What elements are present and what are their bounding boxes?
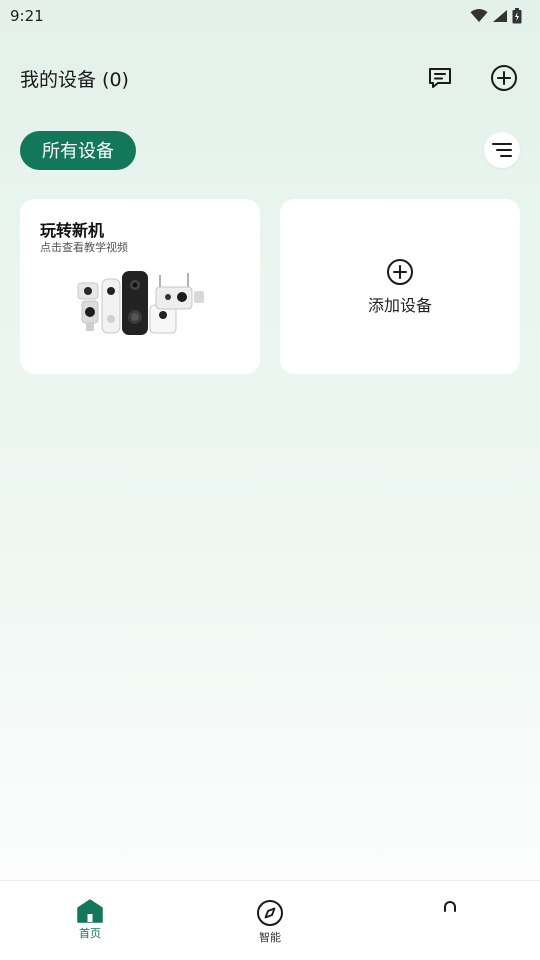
header: 我的设备 (0): [20, 56, 520, 100]
all-devices-chip[interactable]: 所有设备: [20, 130, 136, 170]
page-title: 我的设备 (0): [20, 68, 129, 91]
sort-icon: [492, 143, 512, 157]
header-actions: [424, 62, 520, 94]
battery-icon: [512, 8, 522, 24]
promo-title: 玩转新机: [40, 221, 105, 240]
filter-row: 所有设备: [20, 130, 520, 170]
add-circle-icon: [387, 258, 413, 285]
nav-item-smart[interactable]: 智能: [210, 899, 330, 945]
compass-icon: [257, 900, 283, 926]
bottom-nav: 首页 智能: [0, 880, 540, 960]
cameras-image: [77, 271, 204, 335]
promo-card[interactable]: 玩转新机 点击查看教学视频: [20, 199, 260, 374]
nav-item-profile[interactable]: [390, 899, 510, 929]
nav-label-home: 首页: [79, 927, 101, 940]
signal-icon: [493, 10, 507, 22]
message-icon: [429, 68, 451, 88]
add-device-card[interactable]: 添加设备: [280, 199, 520, 374]
profile-icon: [444, 901, 456, 912]
add-device-header-button[interactable]: [488, 62, 520, 94]
message-button[interactable]: [424, 62, 456, 94]
add-device-label: 添加设备: [367, 295, 432, 315]
device-cards: 玩转新机 点击查看教学视频 添加设备: [20, 199, 520, 374]
wifi-icon: [470, 9, 488, 22]
status-time: 9:21: [10, 7, 44, 25]
status-bar: 9:21: [0, 0, 540, 32]
promo-subtitle: 点击查看教学视频: [40, 241, 128, 254]
home-icon: [77, 899, 103, 923]
sort-button[interactable]: [484, 132, 520, 168]
nav-item-home[interactable]: 首页: [30, 899, 150, 941]
status-icons: [470, 8, 522, 24]
nav-label-smart: 智能: [259, 931, 281, 944]
add-circle-icon: [491, 65, 517, 91]
